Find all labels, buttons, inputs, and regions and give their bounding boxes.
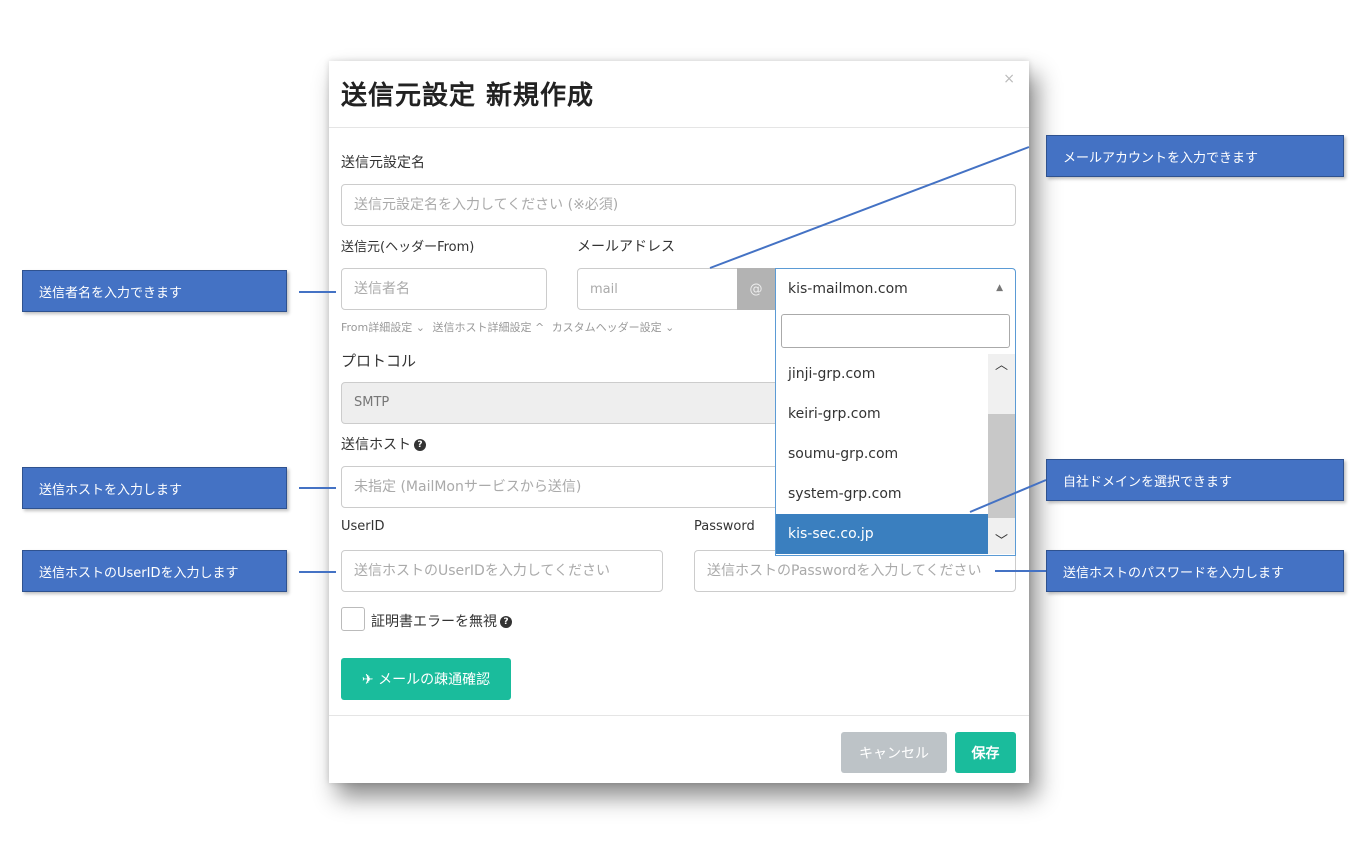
protocol-label: プロトコル xyxy=(341,352,417,370)
domain-search-input[interactable] xyxy=(781,314,1010,348)
close-icon[interactable]: × xyxy=(1003,71,1015,87)
cancel-button[interactable]: キャンセル xyxy=(841,732,947,773)
help-icon[interactable]: ? xyxy=(414,439,426,451)
callout-send-host: 送信ホストを入力します xyxy=(22,467,287,509)
chevron-up-icon[interactable]: ︿ xyxy=(988,354,1015,378)
domain-option[interactable]: keiri-grp.com xyxy=(776,394,988,434)
modal-header: 送信元設定 新規作成 × xyxy=(329,61,1029,128)
footer-divider xyxy=(329,715,1029,716)
chevron-down-icon[interactable]: ﹀ xyxy=(988,530,1015,554)
userid-label: UserID xyxy=(341,519,385,534)
custom-header-link[interactable]: カスタムヘッダー設定 ⌄ xyxy=(552,321,675,334)
callout-domain: 自社ドメインを選択できます xyxy=(1046,459,1344,501)
paper-plane-icon: ✈ xyxy=(361,672,374,688)
domain-option[interactable]: jinji-grp.com xyxy=(776,354,988,394)
sender-name-input[interactable] xyxy=(341,268,547,310)
userid-input[interactable] xyxy=(341,550,663,592)
test-connection-button[interactable]: ✈ メールの疎通確認 xyxy=(341,658,511,700)
domain-option[interactable]: soumu-grp.com xyxy=(776,434,988,474)
ignore-cert-checkbox[interactable] xyxy=(341,607,365,631)
send-host-label: 送信ホスト? xyxy=(341,434,426,454)
sender-setting-name-input[interactable] xyxy=(341,184,1016,226)
callout-mail-account: メールアカウントを入力できます xyxy=(1046,135,1344,177)
scrollbar-thumb[interactable] xyxy=(988,414,1015,518)
callout-userid: 送信ホストのUserIDを入力します xyxy=(22,550,287,592)
ignore-cert-label: 証明書エラーを無視? xyxy=(371,611,512,631)
mail-account-input[interactable] xyxy=(577,268,738,310)
caret-up-icon: ▲ xyxy=(996,283,1003,293)
test-connection-label: メールの疎通確認 xyxy=(378,672,491,688)
email-address-label: メールアドレス xyxy=(577,239,675,255)
save-button[interactable]: 保存 xyxy=(955,732,1016,773)
password-label: Password xyxy=(694,519,755,534)
dropdown-scrollbar[interactable]: ︿ ﹀ xyxy=(988,354,1015,554)
at-sign-addon: @ xyxy=(737,268,775,310)
sender-setting-name-label: 送信元設定名 xyxy=(341,155,425,171)
domain-select-value: kis-mailmon.com xyxy=(788,281,908,297)
callout-password: 送信ホストのパスワードを入力します xyxy=(1046,550,1344,592)
domain-option-selected[interactable]: kis-sec.co.jp xyxy=(776,514,988,554)
domain-options: jinji-grp.com keiri-grp.com soumu-grp.co… xyxy=(776,354,988,554)
from-detail-link[interactable]: From詳細設定 ⌄ xyxy=(341,321,425,334)
host-detail-link[interactable]: 送信ホスト詳細設定 ^ xyxy=(432,321,544,334)
send-host-label-text: 送信ホスト xyxy=(341,437,411,453)
ignore-cert-label-text: 証明書エラーを無視 xyxy=(371,614,497,630)
sender-settings-modal: 送信元設定 新規作成 × 送信元設定名 送信元(ヘッダーFrom) メールアドレ… xyxy=(329,61,1029,783)
modal-title: 送信元設定 新規作成 xyxy=(341,81,595,111)
from-header-label: 送信元(ヘッダーFrom) xyxy=(341,240,475,255)
password-input[interactable] xyxy=(694,550,1016,592)
detail-links: From詳細設定 ⌄ 送信ホスト詳細設定 ^ カスタムヘッダー設定 ⌄ xyxy=(341,319,678,335)
domain-select[interactable]: kis-mailmon.com ▲ xyxy=(775,268,1016,310)
help-icon[interactable]: ? xyxy=(500,616,512,628)
callout-sender-name: 送信者名を入力できます xyxy=(22,270,287,312)
domain-option[interactable]: system-grp.com xyxy=(776,474,988,514)
domain-dropdown: jinji-grp.com keiri-grp.com soumu-grp.co… xyxy=(775,310,1016,556)
